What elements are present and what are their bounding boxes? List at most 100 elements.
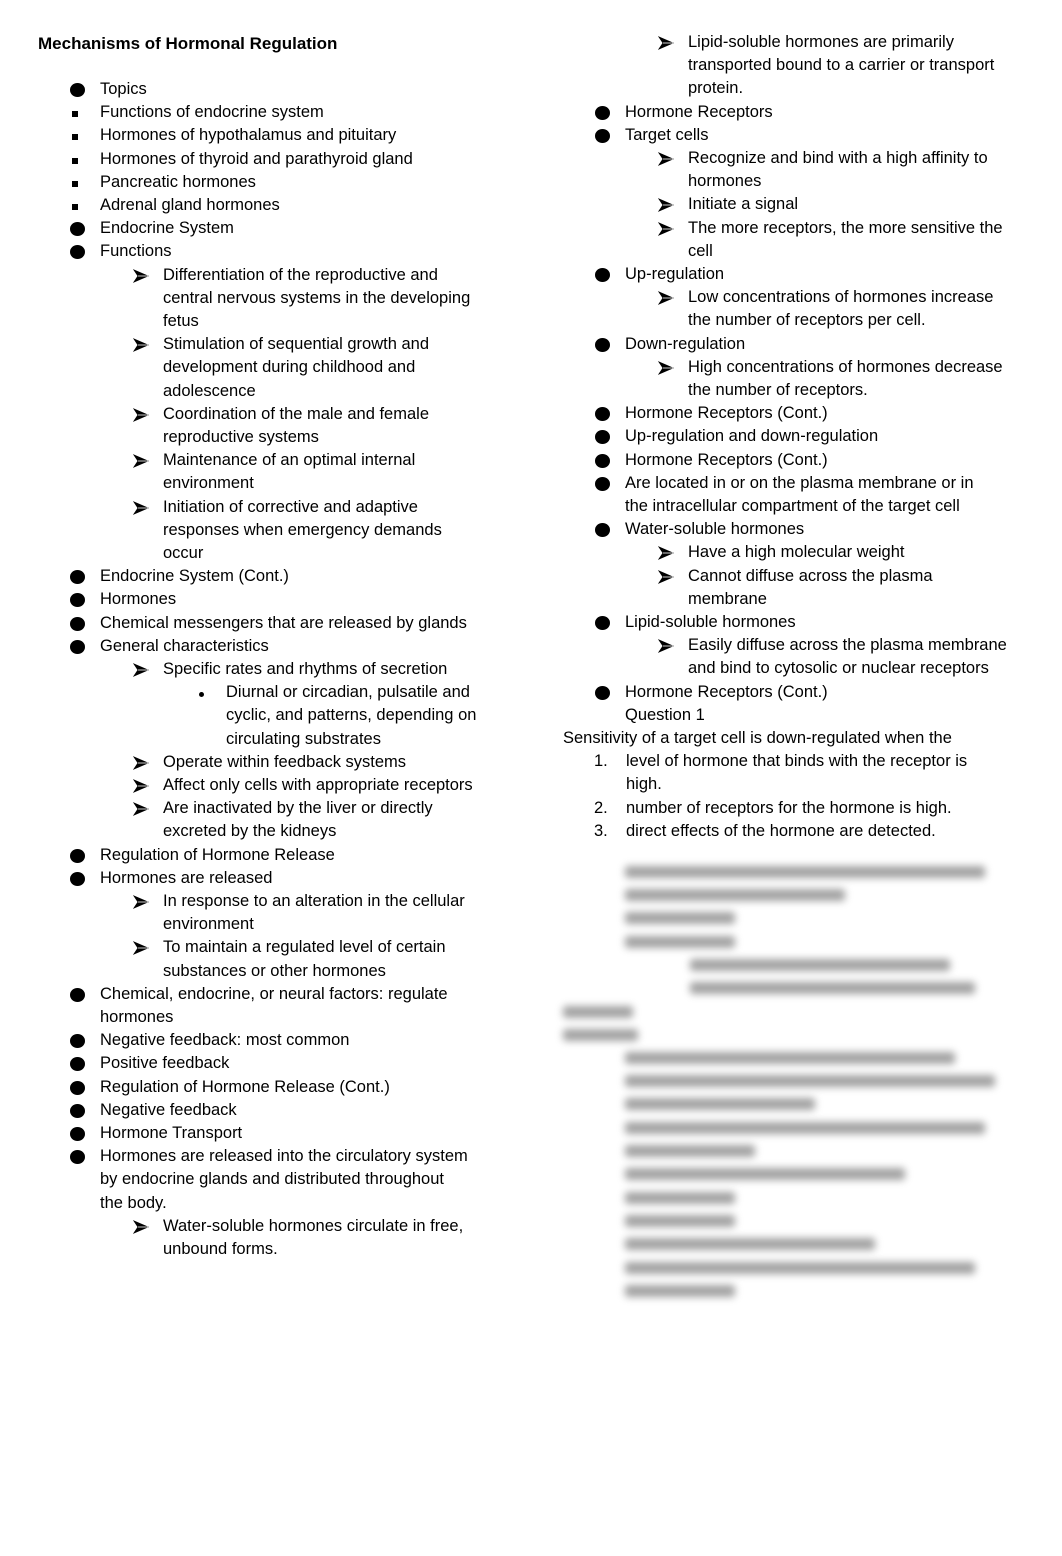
list-item-text: Down-regulation <box>625 334 746 353</box>
list-item-text: Recognize and bind with a high affinity … <box>688 149 988 167</box>
option-text: number of receptors for the hormone is h… <box>626 798 952 817</box>
list-item-text: To maintain a regulated level of certain <box>163 938 446 957</box>
arrow-bullet-icon <box>132 755 150 770</box>
list-item-text: Positive feedback <box>100 1054 230 1073</box>
list-item-text: excreted by the kidneys <box>163 822 337 841</box>
list-item-text: Hormone Receptors (Cont.) <box>625 450 828 469</box>
arrow-bullet-icon <box>132 1219 150 1234</box>
list-item-text: Diurnal or circadian, pulsatile and <box>226 683 470 702</box>
bullet-square-icon <box>72 134 78 141</box>
bullet-dot-icon <box>70 987 85 1002</box>
blurred-text-line <box>563 1006 633 1018</box>
list-item-text: Initiation of corrective and adaptive <box>163 497 418 516</box>
list-item-text: Hormone Receptors (Cont.) <box>625 682 828 701</box>
bullet-dot-icon <box>595 105 610 120</box>
arrow-bullet-icon <box>657 546 675 561</box>
list-item-text: Pancreatic hormones <box>100 172 256 191</box>
bullet-dot-icon <box>595 453 610 468</box>
list-item-text: occur <box>163 544 204 562</box>
list-item-text: Adrenal gland hormones <box>100 196 280 214</box>
list-item-text: circulating substrates <box>226 729 381 748</box>
bullet-dot-icon <box>595 268 610 282</box>
list-item-text: responses when emergency demands <box>163 520 442 539</box>
blurred-text-line <box>625 1145 755 1157</box>
list-item-text: cyclic, and patterns, depending on <box>226 706 477 725</box>
list-item-text: Functions <box>100 242 172 261</box>
list-item-text: Specific rates and rhythms of secretion <box>163 660 448 678</box>
list-item-text: hormones <box>100 1008 174 1026</box>
list-item-text: Negative feedback: most common <box>100 1031 350 1050</box>
option-text: level of hormone that binds with the rec… <box>626 752 968 771</box>
bullet-square-icon <box>72 180 78 187</box>
blurred-text-line <box>625 1215 735 1227</box>
list-item-text: Hormones are released <box>100 868 273 887</box>
bullet-dot-icon <box>70 83 85 97</box>
list-item-text: Hormone Transport <box>100 1124 243 1142</box>
option-number: 3. <box>594 821 608 840</box>
list-item-text: environment <box>163 915 254 934</box>
bullet-dot-icon <box>70 1034 85 1049</box>
document-title: Mechanisms of Hormonal Regulation <box>38 34 338 53</box>
bullet-dot-icon <box>70 1103 85 1118</box>
arrow-bullet-icon <box>132 407 150 422</box>
list-item-text: adolescence <box>163 381 256 400</box>
blurred-text-line <box>625 936 735 948</box>
list-item-text: Low concentrations of hormones increase <box>688 288 994 307</box>
list-item-text: fetus <box>163 312 199 330</box>
blurred-text-line <box>690 982 975 994</box>
blurred-text-line <box>690 959 950 971</box>
list-item-text: cell <box>688 241 713 260</box>
list-item-text: unbound forms. <box>163 1240 278 1258</box>
list-item-text: the intracellular compartment of the tar… <box>625 497 960 515</box>
arrow-bullet-icon <box>657 198 675 213</box>
list-item-text: Have a high molecular weight <box>688 543 905 562</box>
arrow-bullet-icon <box>132 500 150 515</box>
arrow-bullet-icon <box>657 221 675 236</box>
list-item-text: Regulation of Hormone Release <box>100 845 335 864</box>
list-item-text: Are inactivated by the liver or directly <box>163 799 433 818</box>
arrow-bullet-icon <box>132 802 150 817</box>
bullet-dot-icon <box>595 430 610 445</box>
list-item-text: Regulation of Hormone Release (Cont.) <box>100 1077 390 1096</box>
list-item-text: Hormones are released into the circulato… <box>100 1147 468 1166</box>
list-item-text: transported bound to a carrier or transp… <box>688 56 995 75</box>
list-item-text: Lipid-soluble hormones <box>625 613 796 631</box>
list-item-text: Chemical messengers that are released by… <box>100 613 467 632</box>
bullet-dot-icon <box>595 523 610 538</box>
list-item-text: Hormones of thyroid and parathyroid glan… <box>100 149 413 168</box>
bullet-dot-icon <box>70 593 85 608</box>
list-item-text: Operate within feedback systems <box>163 752 407 771</box>
list-item-text: the body. <box>100 1193 167 1212</box>
bullet-dot-icon <box>595 337 610 352</box>
blurred-text-line <box>625 1075 995 1087</box>
list-item-text: Lipid-soluble hormones are primarily <box>688 33 954 51</box>
bullet-dot-icon <box>595 476 610 491</box>
list-item-text: environment <box>163 474 254 493</box>
bullet-dot-icon <box>70 222 85 237</box>
bullet-dot-icon <box>595 128 610 143</box>
option-number: 2. <box>594 798 608 817</box>
list-item-text: Hormone Receptors (Cont.) <box>625 404 828 423</box>
list-item-text: the number of receptors per cell. <box>688 311 926 330</box>
option-text: direct effects of the hormone are detect… <box>626 821 936 840</box>
list-item-text: hormones <box>688 172 762 191</box>
bullet-dot-icon <box>70 871 85 886</box>
list-item-text: Hormone Receptors <box>625 102 773 121</box>
list-item-text: Water-soluble hormones circulate in free… <box>163 1216 464 1235</box>
bullet-square-icon <box>72 157 78 164</box>
bullet-dot-icon <box>70 1080 85 1095</box>
arrow-bullet-icon <box>132 268 150 283</box>
blurred-text-line <box>625 1122 985 1134</box>
blurred-text-line <box>625 1285 735 1297</box>
list-item-text: Negative feedback <box>100 1100 237 1119</box>
bullet-dot-icon <box>70 1127 85 1141</box>
list-item-text: substances or other hormones <box>163 961 386 980</box>
bullet-dot-icon <box>70 245 85 260</box>
arrow-bullet-icon <box>132 663 150 677</box>
arrow-bullet-icon <box>132 454 150 469</box>
list-item-text: Differentiation of the reproductive and <box>163 265 438 284</box>
list-item-text: Chemical, endocrine, or neural factors: … <box>100 984 448 1003</box>
blurred-text-line <box>625 889 845 901</box>
arrow-bullet-icon <box>132 779 150 793</box>
list-item-text: Endocrine System (Cont.) <box>100 567 289 586</box>
